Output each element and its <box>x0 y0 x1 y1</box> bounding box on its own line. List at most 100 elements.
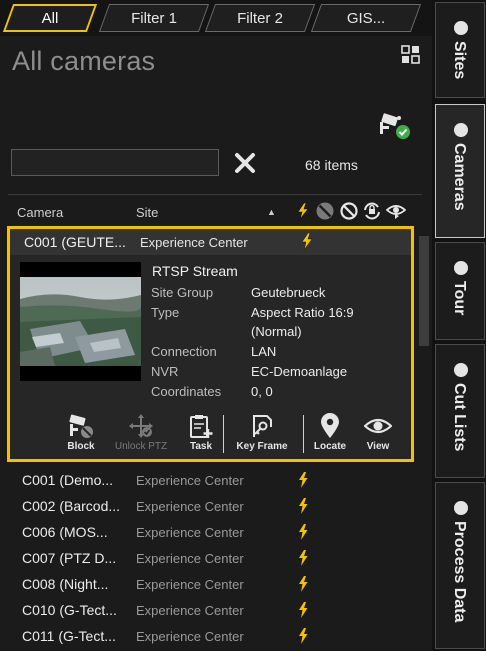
tab-label: All <box>41 9 59 27</box>
camera-site: Experience Center <box>136 473 244 488</box>
property-value: (Normal) <box>251 324 302 339</box>
page-title: All cameras <box>12 46 156 76</box>
map-pin-icon <box>321 413 339 438</box>
clipboard-add-icon <box>190 415 213 438</box>
sidebar-tab-sites[interactable]: Sites <box>435 2 485 98</box>
connection-bolt-icon <box>299 524 308 540</box>
property-label: Site Group <box>151 285 214 300</box>
camera-action-bar: Block Unlock PTZ Task Key Frame Locate V… <box>10 413 411 459</box>
camera-list-row[interactable]: C001 (Demo... Experience Center <box>8 468 418 494</box>
tab-gis[interactable]: GIS... <box>310 4 422 32</box>
tab-label: Filter 2 <box>237 9 283 27</box>
camera-name: C006 (MOS... <box>22 524 108 540</box>
selected-camera-site: Experience Center <box>140 235 248 250</box>
sidebar-tab-tour[interactable]: Tour <box>435 242 485 340</box>
stream-title: RTSP Stream <box>152 263 238 279</box>
camera-site: Experience Center <box>136 551 244 566</box>
camera-list-row[interactable]: C002 (Barcod... Experience Center <box>8 494 418 520</box>
main-panel: All Filter 1 Filter 2 GIS... All cameras <box>0 0 432 651</box>
tab-indicator-dot <box>454 21 468 35</box>
camera-list-row[interactable]: C007 (PTZ D... Experience Center <box>8 546 418 572</box>
camera-thumbnail[interactable] <box>20 262 141 381</box>
camera-name: C008 (Night... <box>22 576 109 592</box>
property-value: LAN <box>251 344 277 359</box>
connection-bolt-icon <box>299 498 308 514</box>
search-input[interactable] <box>11 149 219 176</box>
property-value: Geutebrueck <box>251 285 326 300</box>
selected-camera-header[interactable]: C001 (GEUTE... Experience Center <box>10 229 411 255</box>
property-label: Coordinates <box>151 384 222 399</box>
tab-label: GIS... <box>346 9 386 27</box>
action-label: View <box>366 441 390 452</box>
tab-indicator-dot <box>454 123 468 137</box>
property-label: Connection <box>151 344 217 359</box>
column-header-camera[interactable]: Camera <box>17 205 63 220</box>
camera-site: Experience Center <box>136 629 244 644</box>
divider <box>8 194 422 195</box>
sidebar-tab-cameras[interactable]: Cameras <box>435 104 485 238</box>
property-label: Type <box>151 305 180 320</box>
clear-search-icon[interactable] <box>233 151 257 175</box>
tab-filter-1[interactable]: Filter 1 <box>98 4 210 32</box>
sort-ascending-icon[interactable]: ▲ <box>267 207 276 217</box>
tab-indicator-dot <box>454 261 468 275</box>
sidebar-tab-label: Sites <box>451 41 468 80</box>
connection-bolt-icon <box>299 602 308 618</box>
connection-bolt-icon <box>299 472 308 488</box>
eye-icon <box>364 418 392 434</box>
sidebar-tab-label: Tour <box>451 281 468 316</box>
filter-tab-bar: All Filter 1 Filter 2 GIS... <box>0 0 432 36</box>
camera-site: Experience Center <box>136 577 244 592</box>
camera-name: C007 (PTZ D... <box>22 550 117 566</box>
scrollbar-thumb[interactable] <box>419 236 429 346</box>
sidebar-tab-label: Cut Lists <box>451 383 468 452</box>
key-frame-button[interactable]: Key Frame <box>226 413 298 459</box>
camera-name: C010 (G-Tect... <box>22 602 117 618</box>
connection-bolt-icon <box>299 576 308 592</box>
camera-site: Experience Center <box>136 603 244 618</box>
side-navigation: Sites Cameras Tour Cut Lists Process Dat… <box>432 0 486 651</box>
sidebar-tab-label: Cameras <box>451 143 468 211</box>
camera-online-status-icon[interactable] <box>379 112 411 140</box>
selected-camera-name: C001 (GEUTE... <box>24 234 126 250</box>
ptz-lock-filter-icon[interactable] <box>362 201 382 221</box>
items-count: 68 items <box>305 157 358 173</box>
connection-bolt-icon <box>299 628 308 644</box>
camera-name: C011 (G-Tect... <box>22 628 116 644</box>
camera-list-row[interactable]: C006 (MOS... Experience Center <box>8 520 418 546</box>
action-label: Key Frame <box>236 441 288 452</box>
grid-view-icon[interactable] <box>401 45 420 64</box>
connection-bolt-icon <box>299 550 308 566</box>
viewed-filter-icon[interactable] <box>386 201 406 221</box>
connection-status-filter-icon[interactable] <box>293 201 313 221</box>
property-value: EC-Demoanlage <box>251 364 348 379</box>
property-value: Aspect Ratio 16:9 <box>251 305 354 320</box>
camera-site: Experience Center <box>136 525 244 540</box>
tab-label: Filter 1 <box>131 9 177 27</box>
camera-name: C001 (Demo... <box>22 472 114 488</box>
tab-all[interactable]: All <box>2 4 98 32</box>
tab-filter-2[interactable]: Filter 2 <box>204 4 316 32</box>
camera-list-row[interactable]: C011 (G-Tect... Experience Center <box>8 624 418 650</box>
camera-site: Experience Center <box>136 499 244 514</box>
camera-block-icon <box>69 414 93 438</box>
tab-indicator-dot <box>454 501 468 515</box>
camera-list-row[interactable]: C008 (Night... Experience Center <box>8 572 418 598</box>
sidebar-tab-process-data[interactable]: Process Data <box>435 482 485 649</box>
column-header-site[interactable]: Site <box>136 205 158 220</box>
sidebar-tab-label: Process Data <box>451 521 468 623</box>
ptz-unlock-icon <box>129 414 153 438</box>
camera-list-row[interactable]: C010 (G-Tect... Experience Center <box>8 598 418 624</box>
tab-indicator-dot <box>454 363 468 377</box>
property-label: NVR <box>151 364 179 379</box>
disabled-filter-icon[interactable] <box>315 201 335 221</box>
view-button[interactable]: View <box>342 413 414 459</box>
connection-bolt-icon <box>301 233 313 250</box>
sidebar-tab-cut-lists[interactable]: Cut Lists <box>435 344 485 478</box>
list-column-header: Camera Site ▲ <box>0 199 432 223</box>
blocked-filter-icon[interactable] <box>339 201 359 221</box>
selected-camera-card: C001 (GEUTE... Experience Center RTSP St… <box>7 226 414 462</box>
camera-name: C002 (Barcod... <box>22 498 121 514</box>
key-frame-icon <box>253 415 272 437</box>
action-separator <box>223 415 224 453</box>
